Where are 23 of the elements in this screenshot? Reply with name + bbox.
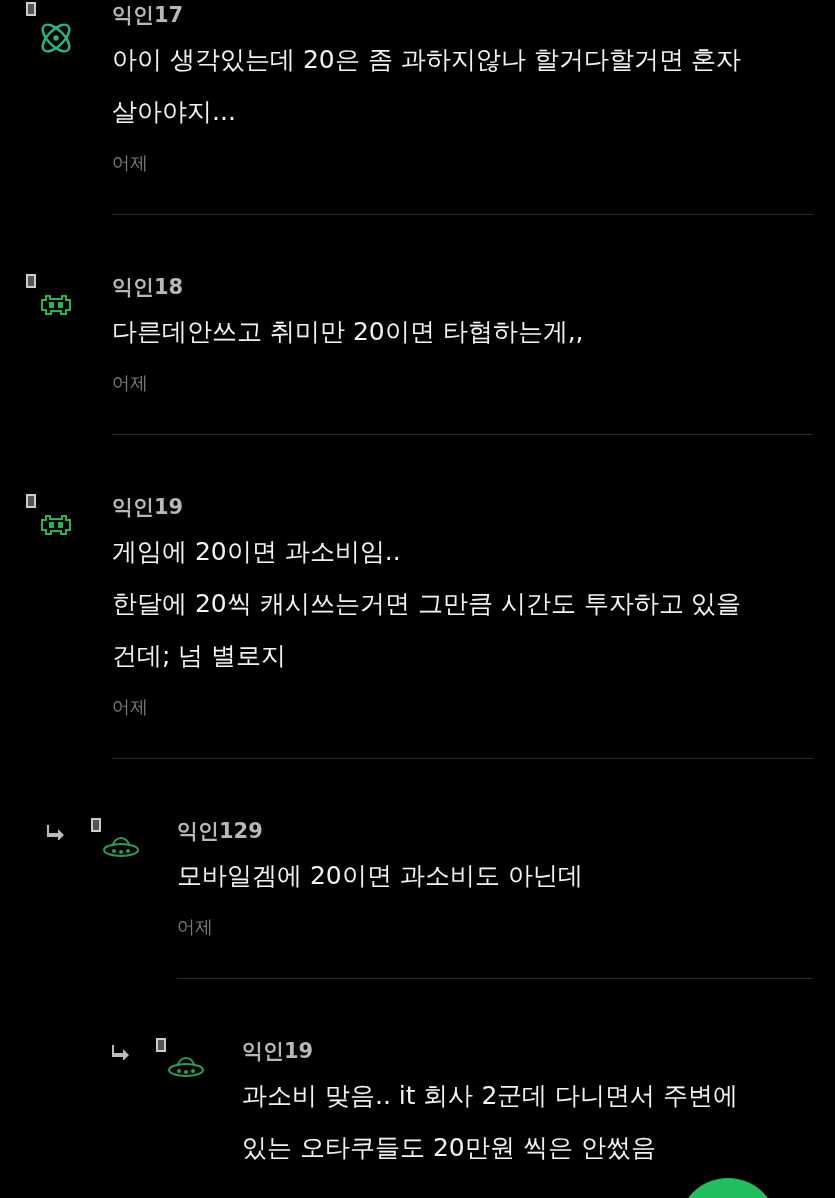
author-name: 익인17 bbox=[112, 2, 185, 29]
ufo-avatar-icon bbox=[101, 834, 141, 860]
badge-icon bbox=[156, 1038, 166, 1052]
comment-text: 아이 생각있는데 20은 좀 과하지않나 할거다할거면 혼자 살아야지... bbox=[112, 44, 743, 128]
comment-time: 어제 bbox=[177, 915, 214, 939]
comment-text: 게임에 20이면 과소비임.. 한달에 20씩 캐시쓰는거면 그만큼 시간도 투자하고 있을 건데; 넘 별로지 bbox=[112, 536, 743, 672]
comment-time: 어제 bbox=[112, 371, 149, 395]
comment-time: 어제 bbox=[112, 695, 149, 719]
author-name: 익인129 bbox=[177, 818, 264, 845]
author-name: 익인18 bbox=[112, 274, 185, 301]
author-name: 익인19 bbox=[112, 494, 185, 521]
comment-text: 다른데안쓰고 취미만 20이면 타협하는게,, bbox=[112, 316, 585, 348]
ufo-avatar-icon bbox=[166, 1054, 206, 1080]
comment-time: 어제 bbox=[112, 151, 149, 175]
reply-arrow-icon bbox=[112, 1044, 130, 1060]
badge-icon bbox=[91, 818, 101, 832]
comment-text: 모바일겜에 20이면 과소비도 아닌데 bbox=[177, 860, 584, 892]
comment-text: 과소비 맞음.. it 회사 2군데 다니면서 주변에 있는 오타쿠들도 20만원 씩은 안썼음 bbox=[242, 1080, 740, 1164]
badge-icon bbox=[26, 494, 36, 508]
badge-icon bbox=[26, 274, 36, 288]
badge-icon bbox=[26, 2, 36, 16]
reply-arrow-icon bbox=[47, 824, 65, 840]
author-name: 익인19 bbox=[242, 1038, 315, 1065]
